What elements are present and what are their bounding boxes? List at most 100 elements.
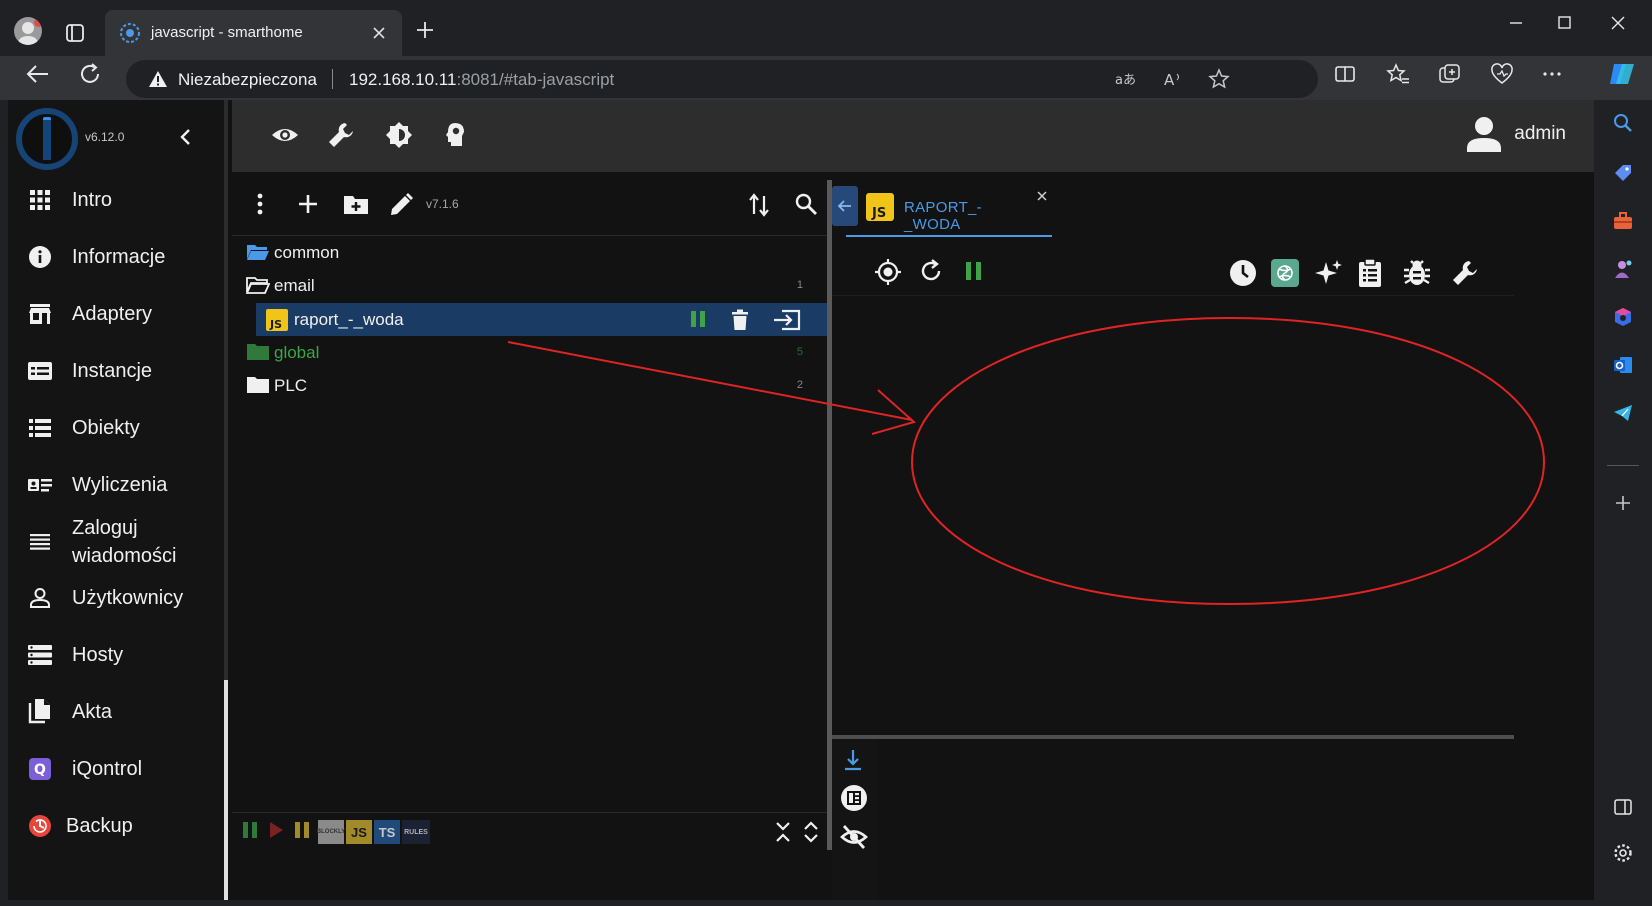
- nav-item-informacje[interactable]: Informacje: [26, 237, 165, 277]
- expert-mode-icon[interactable]: [440, 120, 470, 150]
- close-tab-icon[interactable]: [1036, 190, 1048, 202]
- collections-icon[interactable]: [1438, 63, 1462, 85]
- maximize-icon[interactable]: [1544, 8, 1584, 38]
- clipboard-icon[interactable]: [1356, 258, 1384, 288]
- eye-icon[interactable]: [270, 120, 300, 150]
- sidebar-divider: [1607, 465, 1639, 466]
- tree-item-name: global: [274, 343, 320, 362]
- wrench-icon[interactable]: [326, 120, 356, 150]
- tree-script-raport-woda[interactable]: JS raport_-_woda: [256, 303, 827, 336]
- nav-item-adaptery[interactable]: Adaptery: [26, 294, 152, 334]
- pause-script-icon[interactable]: [688, 309, 708, 329]
- close-window-icon[interactable]: [1598, 8, 1638, 38]
- hide-eye-icon[interactable]: [840, 823, 868, 851]
- filter-rules-badge[interactable]: RULES: [402, 820, 430, 844]
- settings-wrench-icon[interactable]: [1450, 258, 1480, 288]
- tree-folder-plc[interactable]: PLC 2: [232, 369, 827, 402]
- more-icon[interactable]: [1540, 63, 1564, 85]
- favorite-star-icon[interactable]: [1208, 68, 1230, 90]
- scroll-down-icon[interactable]: [840, 747, 866, 773]
- address-bar[interactable]: Niezabezpieczona 192.168.10.11:8081/#tab…: [126, 60, 1318, 98]
- shopping-icon[interactable]: [1612, 162, 1634, 184]
- telegram-icon[interactable]: [1612, 402, 1634, 424]
- cron-clock-icon[interactable]: [1228, 258, 1258, 288]
- nav-item-backup[interactable]: Backup: [26, 806, 133, 846]
- nav-item-hosty[interactable]: Hosty: [26, 635, 123, 675]
- filter-ts-badge[interactable]: TS: [374, 820, 400, 844]
- export-icon[interactable]: [772, 309, 802, 331]
- translate-icon[interactable]: aあ: [1114, 68, 1136, 90]
- delete-icon[interactable]: [730, 309, 750, 331]
- not-secure-label[interactable]: Niezabezpieczona: [178, 70, 317, 90]
- back-arrow-icon[interactable]: [832, 186, 858, 226]
- outlook-icon[interactable]: [1612, 354, 1634, 376]
- split-screen-icon[interactable]: [1334, 63, 1356, 85]
- nav-item-akta[interactable]: Akta: [26, 692, 112, 732]
- nav-item-obiekty[interactable]: Obiekty: [26, 408, 140, 448]
- filter-js-badge[interactable]: JS: [346, 820, 372, 844]
- svg-text:A: A: [1164, 71, 1175, 89]
- browser-tab[interactable]: javascript - smarthome: [105, 10, 402, 56]
- tree-item-count: 1: [796, 279, 803, 291]
- favorites-icon[interactable]: [1386, 63, 1410, 85]
- iobroker-logo[interactable]: [16, 108, 78, 170]
- nav-scrollbar[interactable]: [224, 680, 228, 900]
- settings-icon[interactable]: [1612, 842, 1634, 864]
- reload-icon[interactable]: [78, 62, 102, 86]
- nav-item-instancje[interactable]: Instancje: [26, 351, 152, 391]
- edit-pencil-icon[interactable]: [388, 192, 414, 218]
- nav-item-log[interactable]: Zaloguj wiadomości: [26, 510, 176, 574]
- sidebar-toggle-icon[interactable]: [1612, 796, 1634, 818]
- more-vert-icon[interactable]: [250, 192, 270, 216]
- sort-icon[interactable]: [748, 192, 770, 218]
- tree-folder-global[interactable]: global 5: [232, 336, 827, 369]
- filter-running-icon[interactable]: [242, 821, 258, 839]
- debug-bug-icon[interactable]: [1402, 258, 1432, 288]
- office-icon[interactable]: [1612, 306, 1634, 328]
- filter-stopped-icon[interactable]: [268, 821, 284, 839]
- nav-item-uzytkownicy[interactable]: Użytkownicy: [26, 578, 183, 618]
- warning-icon[interactable]: [148, 69, 168, 89]
- read-aloud-icon[interactable]: A: [1162, 68, 1184, 90]
- search-icon[interactable]: [1612, 112, 1634, 134]
- instances-icon: [26, 357, 54, 385]
- games-icon[interactable]: [1612, 258, 1634, 280]
- tree-item-count: 5: [796, 346, 803, 358]
- url-text[interactable]: 192.168.10.11:8081/#tab-javascript: [349, 70, 614, 90]
- ai-sparkle-icon[interactable]: [1314, 258, 1344, 288]
- nav-item-iqontrol[interactable]: Q iQontrol: [26, 749, 142, 789]
- log-table-icon[interactable]: [840, 784, 868, 812]
- add-icon[interactable]: [1612, 492, 1634, 514]
- minimize-icon[interactable]: [1496, 8, 1536, 38]
- nav-label: Hosty: [72, 644, 124, 666]
- brightness-icon[interactable]: [384, 120, 414, 150]
- nav-item-intro[interactable]: Intro: [26, 180, 112, 220]
- nav-item-wyliczenia[interactable]: Wyliczenia: [26, 465, 167, 505]
- chatgpt-icon[interactable]: [1270, 258, 1300, 288]
- back-icon[interactable]: [24, 63, 50, 85]
- search-icon[interactable]: [794, 192, 818, 216]
- code-editor[interactable]: [832, 297, 1514, 737]
- filter-blockly-badge[interactable]: BLOCKLY: [317, 820, 345, 844]
- tab-actions-icon[interactable]: [62, 20, 88, 46]
- nav-label: Instancje: [72, 360, 153, 382]
- new-tab-icon[interactable]: [414, 19, 436, 41]
- copilot-icon[interactable]: [1608, 60, 1638, 88]
- add-folder-icon[interactable]: [342, 192, 370, 216]
- add-script-icon[interactable]: [296, 192, 320, 216]
- collapse-menu-icon[interactable]: [178, 127, 194, 147]
- target-icon[interactable]: [874, 258, 902, 286]
- collapse-all-icon[interactable]: [774, 821, 792, 843]
- pause-icon[interactable]: [962, 258, 986, 284]
- user-menu[interactable]: admin: [1464, 114, 1566, 154]
- expand-all-icon[interactable]: [802, 821, 820, 843]
- profile-icon[interactable]: [14, 17, 42, 45]
- filter-paused-icon[interactable]: [294, 821, 310, 839]
- tools-icon[interactable]: [1612, 210, 1634, 232]
- close-tab-icon[interactable]: [368, 22, 390, 44]
- tree-folder-common[interactable]: common: [232, 236, 827, 269]
- tree-folder-email[interactable]: email 1: [232, 269, 827, 302]
- restart-icon[interactable]: [918, 258, 944, 284]
- nav-label: Akta: [72, 701, 113, 723]
- browser-essentials-icon[interactable]: [1490, 63, 1514, 85]
